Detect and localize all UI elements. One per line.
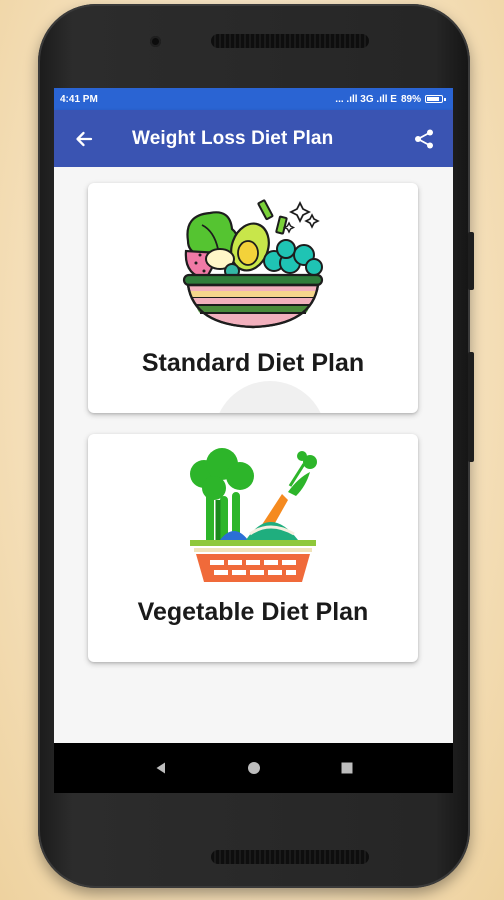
standard-diet-plan-card[interactable]: Standard Diet Plan	[88, 183, 418, 413]
vegetable-basket-icon	[190, 448, 317, 582]
front-camera	[150, 36, 161, 47]
salad-bowl-icon	[182, 199, 324, 329]
side-button-power	[468, 232, 474, 290]
nav-recents-button[interactable]	[327, 748, 367, 788]
bottom-speaker	[211, 850, 369, 864]
side-button-volume	[468, 352, 474, 462]
arrow-back-icon	[76, 131, 93, 146]
battery-percent: 89%	[400, 93, 421, 105]
nav-home-button[interactable]	[234, 748, 274, 788]
back-button[interactable]	[54, 110, 114, 167]
earpiece-speaker	[211, 34, 369, 48]
nav-back-button[interactable]	[141, 748, 181, 788]
share-icon	[415, 129, 433, 148]
nav-home-icon	[247, 762, 260, 774]
screen: 4:41 PM ... .ıll 3G .ıll E 89% Weight Lo…	[54, 88, 453, 793]
app-bar: Weight Loss Diet Plan	[54, 110, 453, 167]
status-bar: 4:41 PM ... .ıll 3G .ıll E 89%	[54, 88, 453, 110]
battery-icon	[425, 95, 446, 103]
nav-recents-icon	[341, 762, 352, 774]
card-title-vegetable: Vegetable Diet Plan	[137, 598, 369, 626]
card-title-standard: Standard Diet Plan	[141, 349, 365, 377]
vegetable-diet-plan-card[interactable]: Vegetable Diet Plan	[88, 434, 418, 662]
share-button[interactable]	[409, 110, 439, 167]
status-time: 4:41 PM	[60, 93, 98, 105]
app-title: Weight Loss Diet Plan	[132, 127, 334, 149]
system-nav-bar	[54, 743, 453, 793]
content-area: Standard Diet Plan Vegetable Diet Plan	[54, 167, 453, 725]
status-indicators: ... .ıll 3G .ıll E 89%	[335, 93, 446, 105]
touch-ripple	[214, 381, 326, 413]
nav-back-icon	[156, 762, 165, 774]
signal-indicators: ... .ıll 3G .ıll E	[335, 93, 397, 105]
